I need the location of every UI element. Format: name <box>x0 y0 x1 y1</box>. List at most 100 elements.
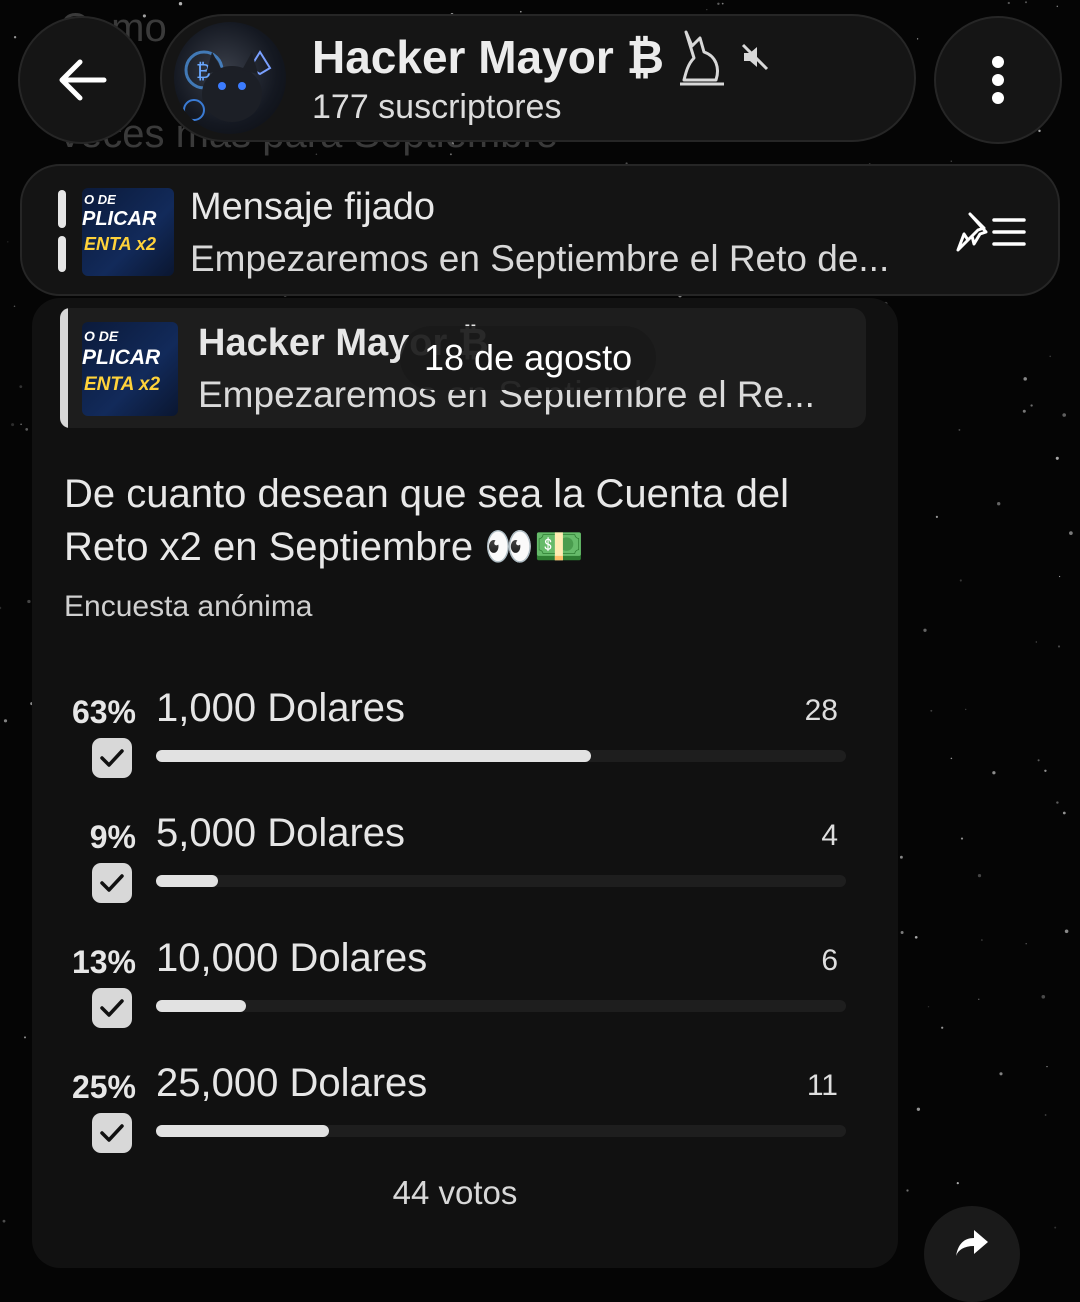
more-vertical-icon <box>992 56 1004 104</box>
star-dot <box>900 931 904 934</box>
option-label: 1,000 Dolares <box>156 686 406 730</box>
star-dot <box>1062 811 1066 815</box>
star-dot <box>1055 456 1059 460</box>
option-progress-track <box>156 750 846 762</box>
option-percent: 13% <box>71 944 136 980</box>
reply-accent-bar <box>60 308 68 428</box>
star-dot <box>13 36 17 39</box>
option-label: 10,000 Dolares <box>156 936 428 980</box>
poll-option[interactable]: 63% 1,000 Dolares 28 <box>32 678 898 788</box>
star-dot <box>935 515 939 519</box>
poll-type-label: Encuesta anónima <box>64 590 313 623</box>
star-dot <box>916 1107 921 1111</box>
star-dot <box>1044 769 1047 773</box>
option-percent: 63% <box>71 694 136 730</box>
checkmark-icon <box>92 1113 132 1153</box>
star-dot <box>0 606 2 610</box>
star-dot <box>1069 531 1073 535</box>
star-dot <box>916 38 919 40</box>
poll-question: De cuanto desean que sea la Cuenta del R… <box>64 472 789 569</box>
star-dot <box>1056 801 1059 804</box>
star-dot <box>721 2 724 5</box>
star-dot <box>3 719 8 723</box>
star-dot <box>1056 5 1059 8</box>
subscriber-count: 177 suscriptores <box>312 88 562 126</box>
star-dot <box>1030 404 1033 407</box>
star-dot <box>978 998 980 1000</box>
star-dot <box>964 708 967 711</box>
star-dot <box>27 599 31 604</box>
pinned-title: Mensaje fijado <box>190 186 436 228</box>
star-dot <box>1062 413 1067 417</box>
star-dot <box>941 1026 944 1029</box>
star-dot <box>1054 1226 1057 1229</box>
star-dot <box>25 428 29 431</box>
option-progress-fill <box>156 875 219 887</box>
channel-header[interactable]: ₿ Hacker Mayor ₿ 177 suscriptores <box>160 14 916 142</box>
pinned-message-bar[interactable]: O DE PLICAR ENTA x2 Mensaje fijado Empez… <box>20 164 1060 296</box>
star-dot <box>1064 929 1069 934</box>
more-menu-button[interactable] <box>934 16 1062 144</box>
star-dot <box>1025 942 1027 945</box>
star-dot <box>1037 759 1040 762</box>
option-progress-track <box>156 875 846 887</box>
star-dot <box>927 1005 930 1008</box>
star-dot <box>914 935 918 939</box>
star-dot <box>1044 1114 1047 1116</box>
star-dot <box>706 8 708 11</box>
option-percent: 25% <box>71 1069 136 1105</box>
reply-thumbnail: O DE PLICAR ENTA x2 <box>82 322 178 416</box>
total-votes[interactable]: 44 votos <box>32 1174 878 1212</box>
star-dot <box>950 757 953 760</box>
pinned-indicator-segment <box>58 236 66 272</box>
poll-option[interactable]: 13% 10,000 Dolares 6 <box>32 928 898 1038</box>
cat-emoji-icon <box>680 30 724 86</box>
pinned-thumbnail: O DE PLICAR ENTA x2 <box>82 188 174 276</box>
star-dot <box>24 1036 26 1039</box>
option-label: 25,000 Dolares <box>156 1061 428 1105</box>
share-arrow-icon <box>956 1230 988 1256</box>
date-chip: 18 de agosto <box>400 326 657 390</box>
star-dot <box>923 628 927 632</box>
star-dot <box>981 939 983 941</box>
star-dot <box>1046 1066 1048 1068</box>
star-dot <box>1022 409 1026 413</box>
star-dot <box>1057 645 1061 648</box>
poll-option[interactable]: 25% 25,000 Dolares 11 <box>32 1053 898 1163</box>
option-vote-count: 6 <box>821 944 838 977</box>
channel-title: Hacker Mayor ₿ <box>312 28 770 86</box>
channel-avatar: ₿ <box>174 22 286 134</box>
option-percent: 9% <box>89 819 136 855</box>
star-dot <box>960 837 964 840</box>
star-dot <box>11 423 15 427</box>
option-vote-count: 4 <box>821 819 838 852</box>
option-progress-fill <box>156 750 591 762</box>
option-progress-fill <box>156 1125 329 1137</box>
star-dot <box>2 1219 6 1223</box>
checkmark-icon <box>92 863 132 903</box>
star-dot <box>977 873 982 878</box>
star-dot <box>1041 994 1046 999</box>
star-dot <box>1007 1 1010 5</box>
star-dot <box>1035 641 1037 643</box>
star-dot <box>1038 129 1041 133</box>
pin-list-icon[interactable] <box>954 210 1028 254</box>
pinned-text: Empezaremos en Septiembre el Reto de... <box>190 238 890 279</box>
option-vote-count: 28 <box>804 694 838 727</box>
pinned-indicator-segment <box>58 190 66 228</box>
star-dot <box>997 502 1001 506</box>
star-dot <box>930 709 933 712</box>
poll-option[interactable]: 9% 5,000 Dolares 4 <box>32 803 898 913</box>
star-dot <box>20 423 22 426</box>
back-button[interactable] <box>18 16 146 144</box>
star-dot <box>992 771 996 775</box>
muted-speaker-icon <box>741 43 769 71</box>
star-dot <box>1049 355 1051 358</box>
star-dot <box>717 2 720 6</box>
star-dot <box>899 855 903 859</box>
star-dot <box>1058 575 1061 578</box>
star-dot <box>999 1072 1003 1076</box>
star-dot <box>906 1189 909 1192</box>
share-button[interactable] <box>924 1206 1020 1302</box>
star-dot <box>1023 377 1027 381</box>
